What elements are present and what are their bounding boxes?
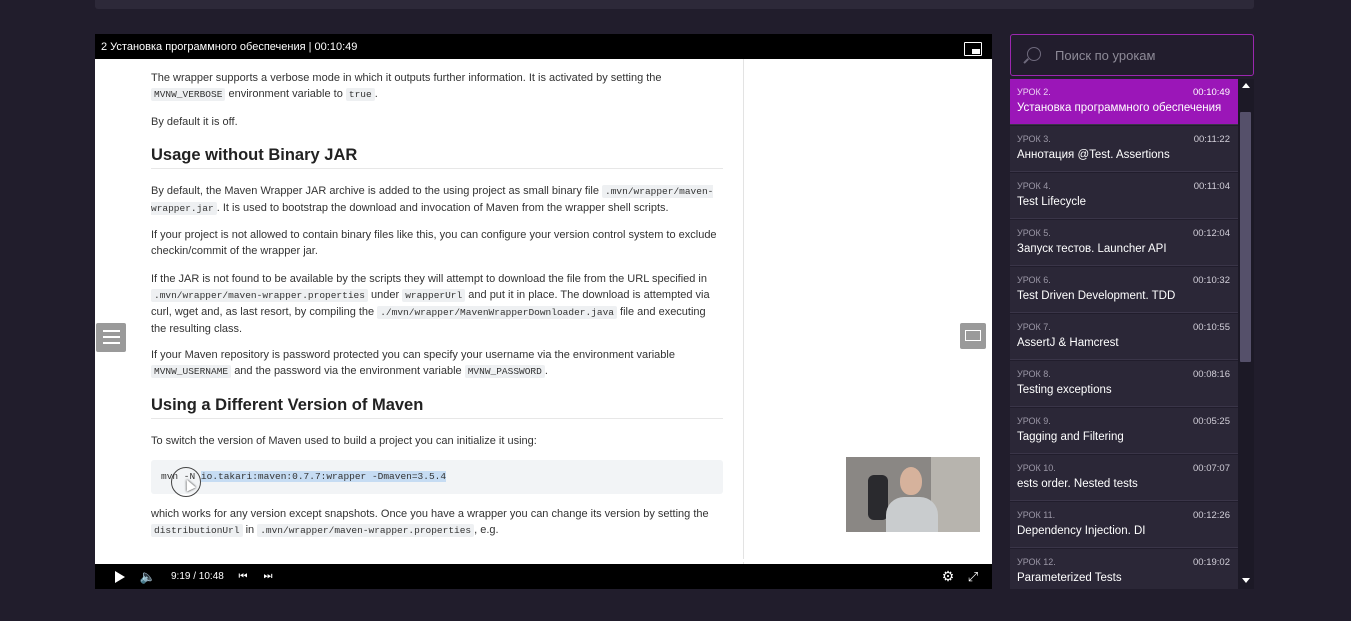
lesson-item[interactable]: УРОК 12. 00:19:02 Parameterized Tests	[1010, 549, 1238, 589]
doc-paragraph: which works for any version except snaps…	[151, 508, 709, 537]
lesson-title: Tagging and Filtering	[1017, 431, 1124, 443]
doc-divider	[743, 59, 744, 564]
lesson-number: УРОК 5.	[1017, 228, 1051, 238]
lesson-duration: 00:05:25	[1193, 416, 1230, 427]
doc-paragraph: The wrapper supports a verbose mode in w…	[151, 72, 662, 101]
lesson-list: УРОК 2. 00:10:49 Установка программного …	[1010, 79, 1238, 589]
lesson-number: УРОК 3.	[1017, 134, 1051, 144]
code-block: mvn -N io.takari:maven:0.7.7:wrapper -Dm…	[151, 460, 723, 494]
doc-paragraph: If your project is not allowed to contai…	[151, 229, 717, 257]
lesson-item[interactable]: УРОК 4. 00:11:04 Test Lifecycle	[1010, 173, 1238, 219]
scroll-down-icon[interactable]	[1242, 578, 1250, 583]
lesson-item[interactable]: УРОК 7. 00:10:55 AssertJ & Hamcrest	[1010, 314, 1238, 360]
lesson-duration: 00:07:07	[1193, 463, 1230, 474]
doc-paragraph: By default it is off.	[151, 116, 238, 128]
video-frame[interactable]: The wrapper supports a verbose mode in w…	[95, 59, 992, 564]
presenter-webcam	[846, 457, 980, 532]
scrollbar-thumb[interactable]	[1240, 112, 1251, 362]
video-player[interactable]: 2 Установка программного обеспечения | 0…	[95, 34, 992, 589]
player-controls: 🔈 9:19 / 10:48 ⏮ ⏭ ⚙ ⤢	[95, 564, 992, 589]
theater-mode-button[interactable]	[960, 323, 986, 349]
webcam-chair	[868, 475, 888, 520]
lesson-item[interactable]: УРОК 8. 00:08:16 Testing exceptions	[1010, 361, 1238, 407]
player-title: 2 Установка программного обеспечения | 0…	[101, 41, 358, 53]
fullscreen-icon[interactable]: ⤢	[966, 564, 980, 589]
lesson-duration: 00:11:04	[1193, 181, 1230, 192]
webcam-wall	[931, 457, 980, 532]
doc-paragraph: If your Maven repository is password pro…	[151, 349, 675, 378]
lesson-duration: 00:10:32	[1193, 275, 1230, 286]
lesson-number: УРОК 2.	[1017, 87, 1051, 97]
lesson-duration: 00:12:04	[1193, 228, 1230, 239]
lesson-title: Parameterized Tests	[1017, 572, 1122, 584]
next-icon[interactable]: ⏭	[261, 564, 275, 589]
lesson-search[interactable]	[1010, 34, 1254, 76]
lesson-item[interactable]: УРОК 11. 00:12:26 Dependency Injection. …	[1010, 502, 1238, 548]
list-icon	[103, 330, 120, 345]
search-input[interactable]	[1055, 46, 1245, 64]
lesson-number: УРОК 7.	[1017, 322, 1051, 332]
lesson-duration: 00:12:26	[1193, 510, 1230, 521]
lesson-number: УРОК 11.	[1017, 510, 1056, 520]
lesson-title: AssertJ & Hamcrest	[1017, 337, 1119, 349]
lesson-duration: 00:19:02	[1193, 557, 1230, 568]
presenter-body	[886, 497, 938, 532]
lesson-duration: 00:10:55	[1193, 322, 1230, 333]
lesson-number: УРОК 8.	[1017, 369, 1051, 379]
lesson-number: УРОК 10.	[1017, 463, 1056, 473]
volume-icon[interactable]: 🔈	[140, 564, 156, 589]
player-title-bar: 2 Установка программного обеспечения | 0…	[95, 34, 992, 59]
time-display: 9:19 / 10:48	[171, 571, 224, 582]
pip-icon[interactable]	[964, 42, 982, 56]
lesson-item[interactable]: УРОК 6. 00:10:32 Test Driven Development…	[1010, 267, 1238, 313]
lesson-title: Запуск тестов. Launcher API	[1017, 243, 1167, 255]
lesson-duration: 00:10:49	[1193, 87, 1230, 98]
code-text: mvn -N io.takari:maven:0.7.7:wrapper -Dm…	[161, 471, 447, 482]
lesson-number: УРОК 9.	[1017, 416, 1051, 426]
lesson-title: Dependency Injection. DI	[1017, 525, 1146, 537]
progress-fill	[102, 559, 866, 562]
selected-code: io.takari:maven:0.7.7:wrapper -Dmaven=3.…	[200, 471, 447, 482]
lesson-number: УРОК 6.	[1017, 275, 1051, 285]
lesson-duration: 00:11:22	[1193, 134, 1230, 145]
doc-paragraph: To switch the version of Maven used to b…	[151, 435, 537, 447]
gear-icon[interactable]: ⚙	[941, 564, 955, 589]
lesson-title: Test Lifecycle	[1017, 196, 1087, 208]
lesson-title: Установка программного обеспечения	[1017, 102, 1222, 114]
lesson-title: Testing exceptions	[1017, 384, 1112, 396]
lesson-item[interactable]: УРОК 3. 00:11:22 Аннотация @Test. Assert…	[1010, 126, 1238, 172]
screen-icon	[965, 330, 981, 341]
lesson-item[interactable]: УРОК 9. 00:05:25 Tagging and Filtering	[1010, 408, 1238, 454]
search-icon	[1027, 47, 1041, 61]
lesson-title: Аннотация @Test. Assertions	[1017, 149, 1170, 161]
lesson-number: УРОК 4.	[1017, 181, 1051, 191]
top-panel	[95, 0, 1254, 9]
lesson-list-scrollbar[interactable]	[1238, 79, 1254, 589]
lesson-item[interactable]: УРОК 10. 00:07:07 ests order. Nested tes…	[1010, 455, 1238, 501]
scroll-up-icon[interactable]	[1242, 83, 1250, 88]
presenter-head	[900, 467, 922, 495]
doc-heading: Using a Different Version of Maven	[151, 397, 723, 419]
lesson-number: УРОК 12.	[1017, 557, 1056, 567]
progress-bar[interactable]	[102, 559, 987, 562]
doc-heading: Usage without Binary JAR	[151, 147, 723, 169]
previous-icon[interactable]: ⏮	[236, 564, 250, 589]
lesson-duration: 00:08:16	[1193, 369, 1230, 380]
lesson-title: Test Driven Development. TDD	[1017, 290, 1176, 302]
doc-paragraph: By default, the Maven Wrapper JAR archiv…	[151, 185, 714, 215]
lesson-list-toggle-button[interactable]	[96, 323, 126, 352]
lesson-title: ests order. Nested tests	[1017, 478, 1138, 490]
lesson-item[interactable]: УРОК 5. 00:12:04 Запуск тестов. Launcher…	[1010, 220, 1238, 266]
play-icon[interactable]	[112, 564, 128, 589]
lesson-item[interactable]: УРОК 2. 00:10:49 Установка программного …	[1010, 79, 1238, 125]
doc-paragraph: If the JAR is not found to be available …	[151, 273, 710, 335]
